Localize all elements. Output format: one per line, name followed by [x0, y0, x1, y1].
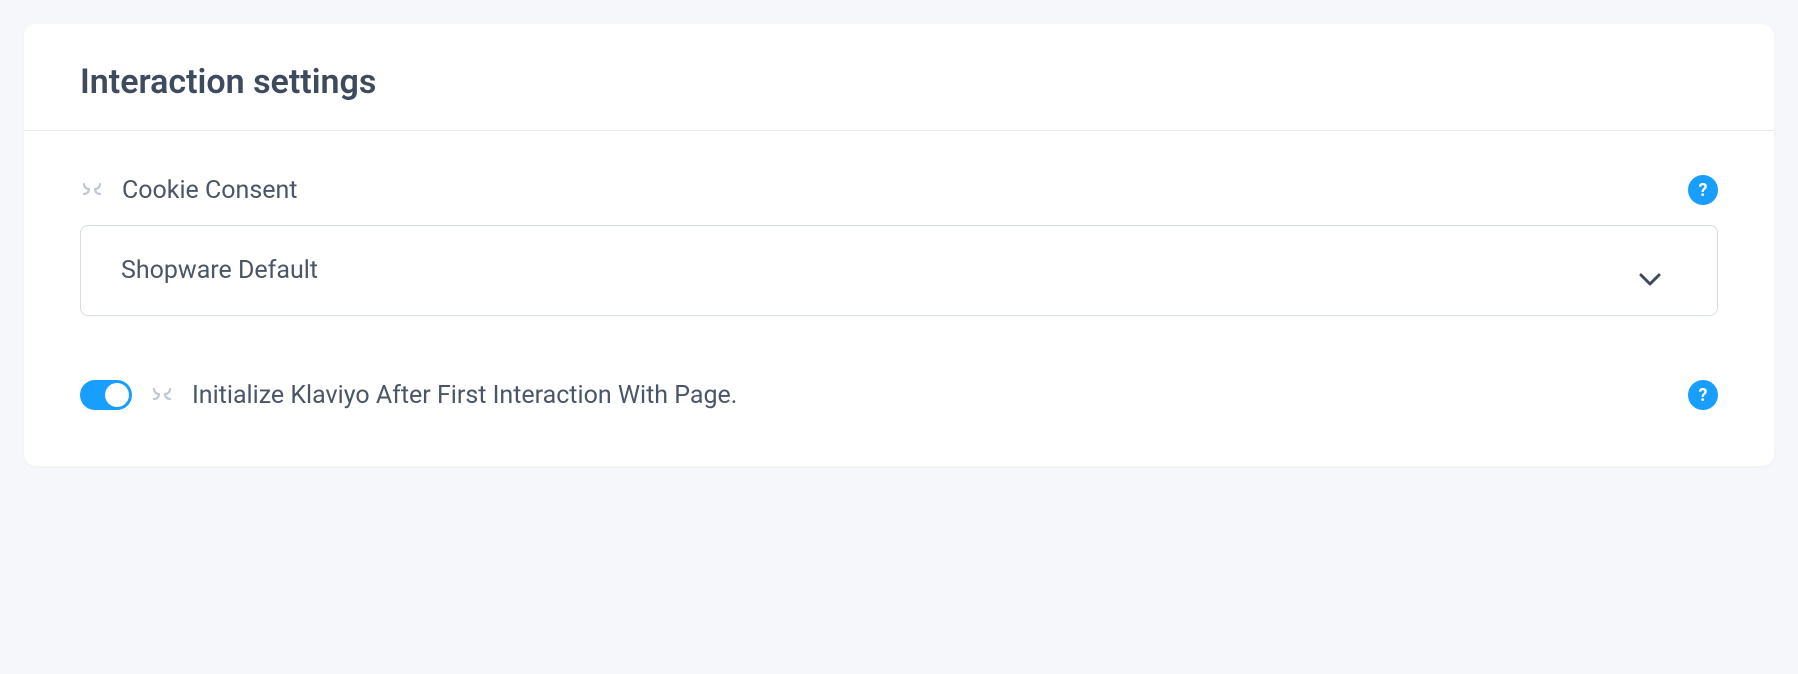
init-klaviyo-toggle[interactable] — [80, 380, 132, 410]
inheritance-icon — [80, 181, 104, 199]
card-body: Cookie Consent ? Shopware Default — [24, 131, 1774, 466]
inheritance-icon — [150, 386, 174, 404]
toggle-row: Initialize Klaviyo After First Interacti… — [80, 380, 1718, 410]
toggle-knob — [105, 383, 129, 407]
toggle-left: Initialize Klaviyo After First Interacti… — [80, 380, 737, 410]
help-icon[interactable]: ? — [1688, 380, 1718, 410]
cookie-consent-select[interactable]: Shopware Default — [80, 225, 1718, 316]
cookie-consent-label: Cookie Consent — [122, 176, 297, 205]
chevron-down-icon — [1639, 264, 1661, 278]
section-title: Interaction settings — [80, 62, 1718, 102]
init-klaviyo-label: Initialize Klaviyo After First Interacti… — [192, 381, 737, 410]
card-header: Interaction settings — [24, 24, 1774, 131]
help-icon[interactable]: ? — [1688, 175, 1718, 205]
interaction-settings-card: Interaction settings Cookie Consent ? — [24, 24, 1774, 466]
cookie-consent-select-wrapper: Shopware Default — [80, 225, 1718, 316]
init-klaviyo-field: Initialize Klaviyo After First Interacti… — [80, 380, 1718, 410]
cookie-consent-field: Cookie Consent ? Shopware Default — [80, 175, 1718, 316]
select-value: Shopware Default — [121, 256, 318, 285]
label-left: Cookie Consent — [80, 176, 297, 205]
field-label-row: Cookie Consent ? — [80, 175, 1718, 205]
